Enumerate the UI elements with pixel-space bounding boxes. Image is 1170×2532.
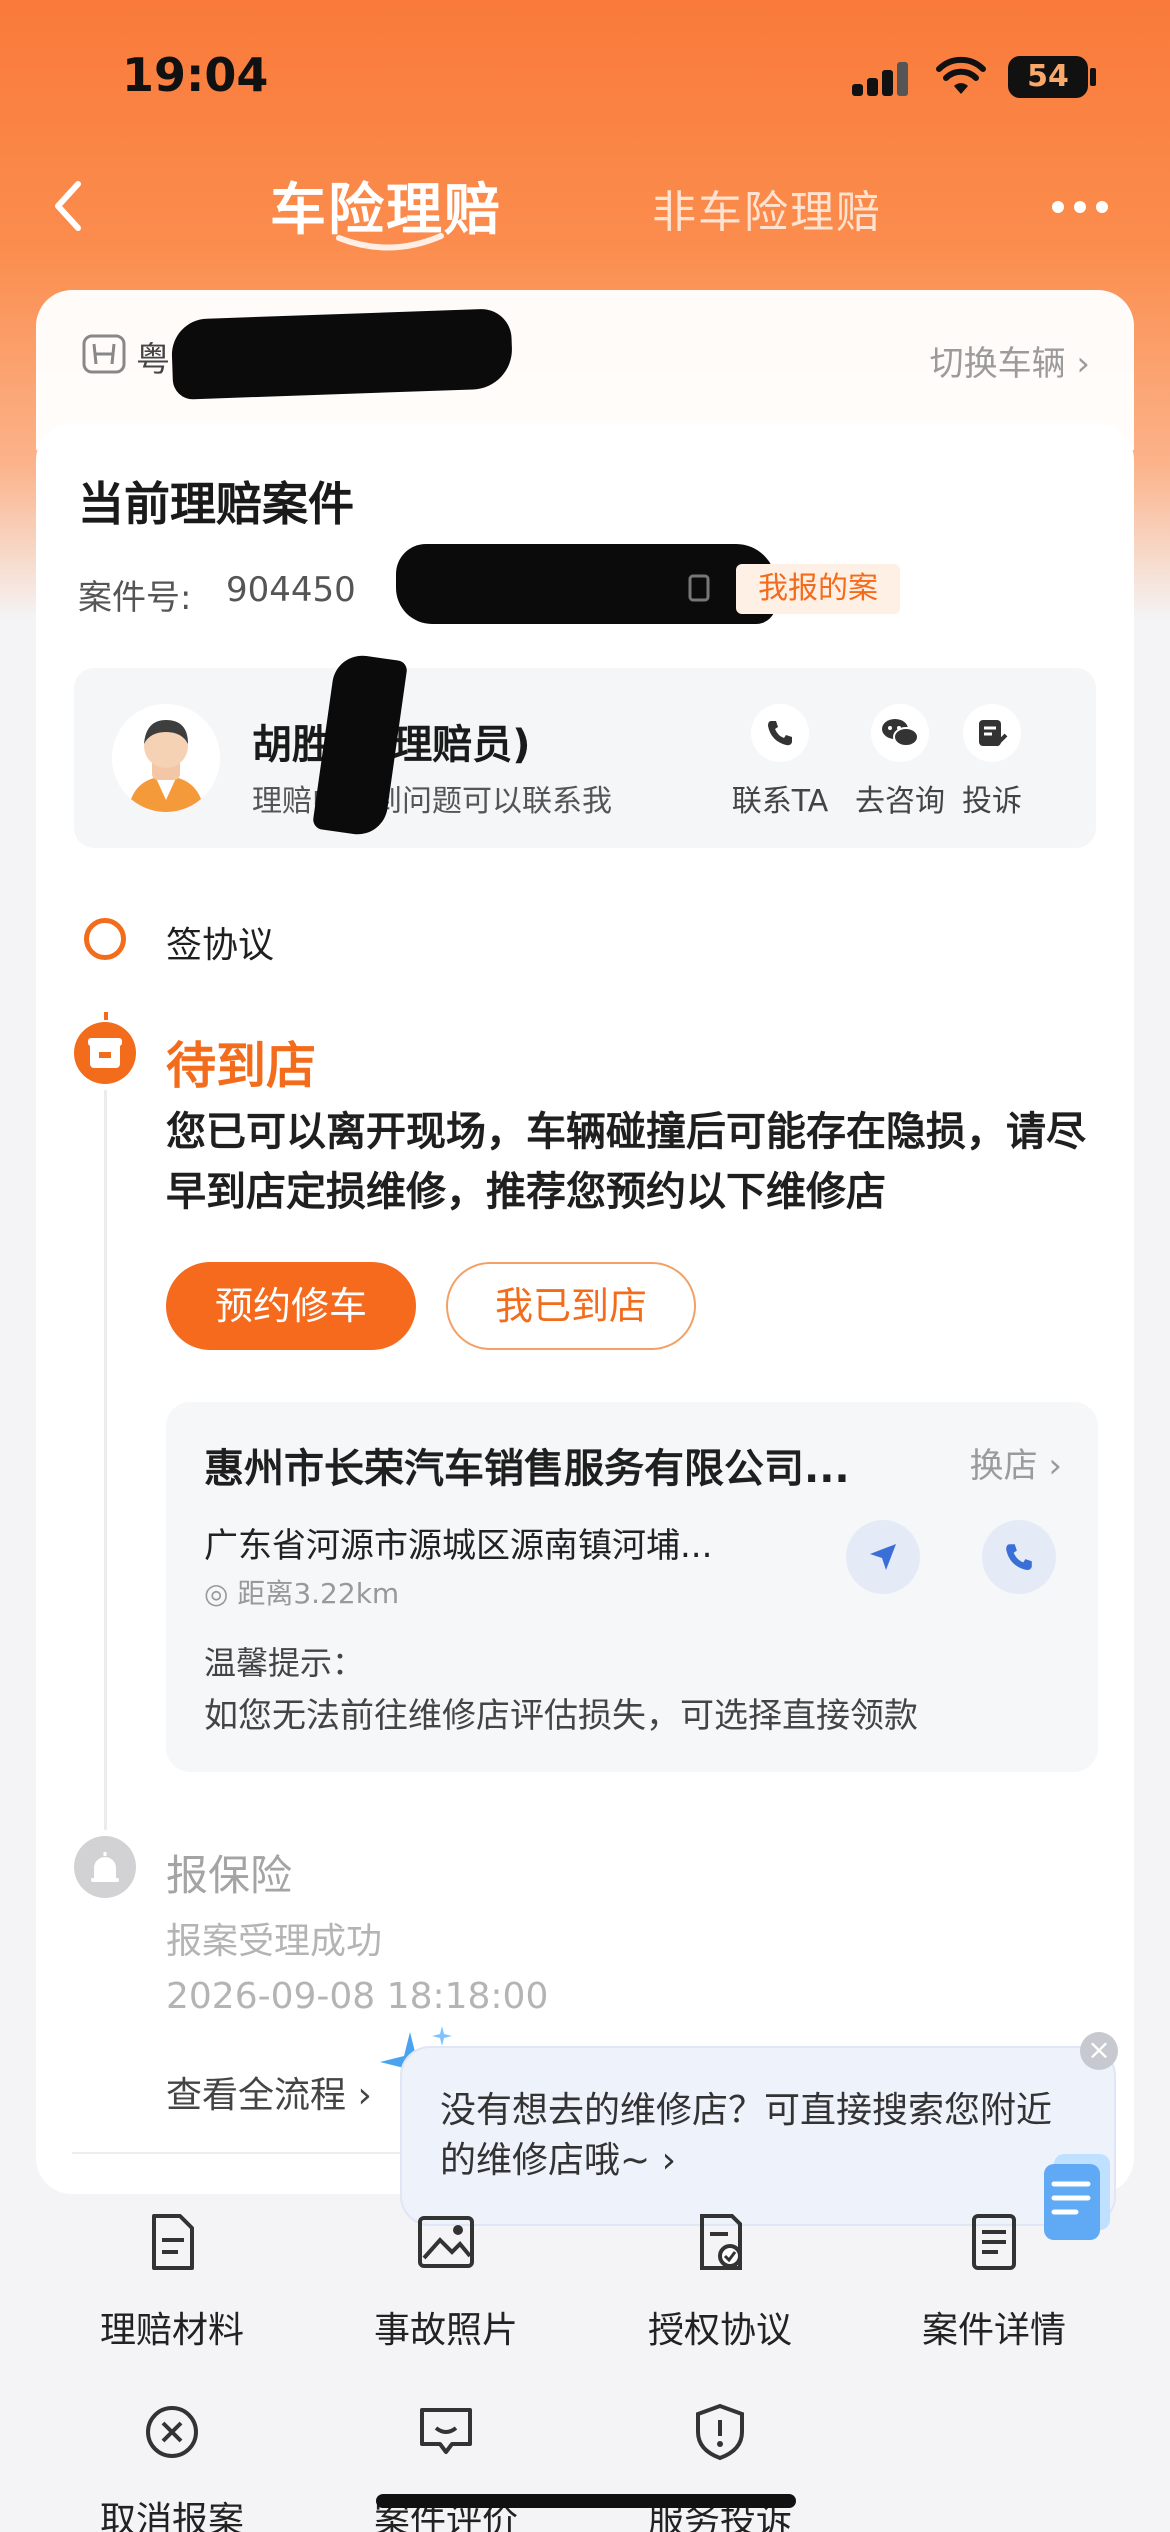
cancel-report-button[interactable]: 取消报案 [52,2400,292,2532]
phone-icon [751,704,809,762]
contact-adjuster-button[interactable]: 联系TA [720,704,840,820]
tab-active-indicator [336,233,444,251]
repair-shop-card[interactable]: 惠州市长荣汽车销售服务有限公司... 换店 › 广东省河源市源城区源南镇河埔..… [166,1402,1098,1772]
chevron-right-icon: › [1048,1446,1062,1486]
redaction-mask [396,544,776,624]
change-shop-button[interactable]: 换店 › [970,1438,1062,1487]
chevron-right-icon: › [357,2075,372,2116]
adjuster-avatar [112,704,220,812]
claim-materials-button[interactable]: 理赔材料 [52,2210,292,2353]
redaction-mask [170,308,514,400]
shop-address: 广东省河源市源城区源南镇河埔... [204,1526,713,1566]
tip-body: 如您无法前往维修店评估损失，可选择直接领款 [204,1696,918,1736]
adjuster-panel: 胡胜 (理赔员) 理赔中遇到问题可以联系我 联系TA 去咨询 投诉 [74,651,1096,848]
status-time: 19:04 [122,48,269,102]
view-full-process-label: 查看全流程 [166,2075,347,2116]
shop-name: 惠州市长荣汽车销售服务有限公司... [204,1446,850,1492]
step-report-insurance: 报保险 [166,1851,293,1900]
case-number-label: 案件号: [78,578,192,618]
signal-icon [852,62,912,96]
complaint-icon [963,704,1021,762]
navigate-button[interactable] [846,1520,920,1594]
accident-photos-button[interactable]: 事故照片 [326,2210,566,2353]
honda-logo-icon [82,334,126,374]
book-repair-button[interactable]: 预约修车 [166,1262,416,1350]
reported-badge: 我报的案 [736,564,900,614]
location-pin-icon: ◎ [204,1577,229,1610]
contact-adjuster-label: 联系TA [731,784,829,819]
home-indicator [376,2494,796,2508]
store-icon [74,1022,136,1084]
switch-vehicle-button[interactable]: 切换车辆 › [930,336,1090,385]
timeline-dot [84,918,126,960]
photo-icon [418,2216,474,2268]
shop-distance: ◎ 距离3.22km [204,1572,399,1612]
details-icon [972,2214,1016,2270]
wifi-icon [936,56,986,94]
authorization-agreement-button[interactable]: 授权协议 [600,2210,840,2353]
search-shop-tooltip[interactable]: 没有想去的维修店？可直接搜索您附近的维修店哦~ › [400,2046,1116,2226]
view-full-process-link[interactable]: 查看全流程 › [166,2066,372,2118]
step-report-date: 2026-09-08 18:18:00 [166,1976,549,2017]
comment-icon [420,2408,472,2454]
step-report-status: 报案受理成功 [166,1921,383,1962]
complaint-button[interactable]: 投诉 [942,704,1042,820]
case-number-value: 904450 [226,570,356,610]
navigation-arrow-icon [870,1544,896,1570]
consult-label: 去咨询 [855,784,945,819]
alert-icon [696,2403,744,2461]
phone-icon [1006,1544,1032,1571]
complaint-label: 投诉 [962,784,1022,819]
battery-cap [1090,68,1096,86]
case-details-button[interactable]: 案件详情 [874,2210,1114,2353]
tab-non-auto-claims[interactable]: 非车险理赔 [652,176,882,240]
case-title: 当前理赔案件 [78,477,354,531]
service-complaint-button[interactable]: 服务投诉 [600,2400,840,2532]
adjuster-description: 理赔中遇到问题可以联系我 [252,784,612,819]
tooltip-text: 没有想去的维修店？可直接搜索您附近的维修店哦~ › [440,2086,1080,2186]
switch-vehicle-label: 切换车辆 [929,344,1066,384]
call-shop-button[interactable] [982,1520,1056,1594]
timeline-line [104,1090,107,1830]
step-description: 您已可以离开现场，车辆碰撞后可能存在隐损，请尽早到店定损维修，推荐您预约以下维修… [166,1109,1086,1215]
close-icon[interactable]: × [1080,2032,1118,2070]
claim-materials-label: 理赔材料 [99,2310,244,2351]
alarm-icon [74,1836,136,1898]
document-icon [152,2214,194,2270]
copy-icon[interactable] [686,574,716,608]
accident-photos-label: 事故照片 [373,2310,518,2351]
tooltip-message: 没有想去的维修店？可直接搜索您附近的维修店哦~ [440,2090,1053,2181]
step-sign-agreement: 签协议 [166,925,275,966]
arrived-at-store-button[interactable]: 我已到店 [446,1262,696,1350]
battery-icon: 54 [1008,56,1088,98]
authorization-agreement-label: 授权协议 [647,2310,792,2351]
case-details-label: 案件详情 [921,2310,1066,2351]
back-icon[interactable] [48,176,88,236]
adjuster-name-text: 胡胜 [252,722,332,768]
change-shop-label: 换店 [969,1446,1038,1486]
cancel-icon [146,2406,198,2458]
wechat-icon [871,704,929,762]
step-awaiting-store-visit: 待到店 [166,1037,316,1095]
more-icon[interactable] [1052,198,1118,217]
agreement-icon [700,2214,742,2270]
shop-distance-text: 距离3.22km [237,1577,400,1610]
tip-label: 温馨提示： [204,1644,365,1682]
cancel-report-label: 取消报案 [99,2500,244,2532]
chevron-right-icon: › [1076,344,1090,384]
case-review-button[interactable]: 案件评价 [326,2400,566,2532]
status-bar: 19:04 54 [0,0,1170,150]
chevron-right-icon: › [661,2140,677,2181]
